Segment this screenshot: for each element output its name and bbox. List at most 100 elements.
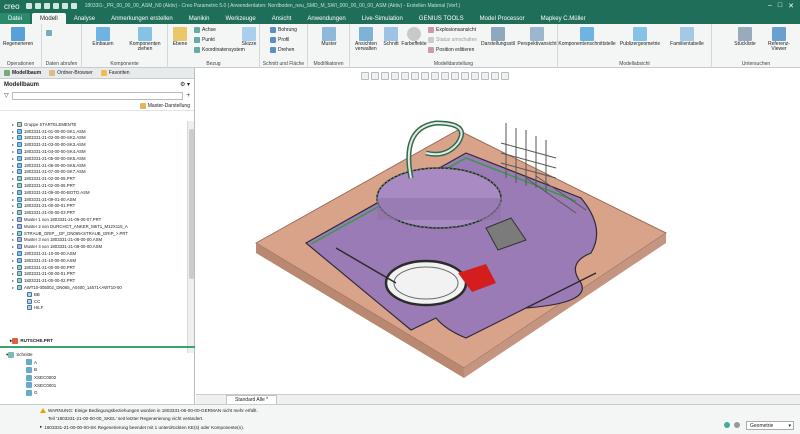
tree-item[interactable]: ▸ 1803331-21-02-00-05.PRT xyxy=(0,175,187,182)
explode-view-button[interactable]: Explosionsansicht xyxy=(428,27,476,33)
tree-item[interactable]: ▸ Muster 1 von 1803331-21-09-00-07.PRT xyxy=(0,216,187,223)
tab-anmerkungen[interactable]: Anmerkungen erstellen xyxy=(103,13,181,24)
tab-modell[interactable]: Modell xyxy=(32,13,66,24)
achse-button[interactable]: Achse xyxy=(194,27,216,33)
publish-geometry-button[interactable]: Publizergeometrie xyxy=(618,27,662,47)
tree-item[interactable]: ▸ 1803331-21-05-00-00-SK5.ASM xyxy=(0,155,187,162)
selection-filter[interactable]: Geometrie ▾ xyxy=(746,421,794,430)
component-interface-button[interactable]: Komponentenschnittstelle xyxy=(558,27,616,47)
save-icon[interactable] xyxy=(43,3,50,9)
tab-standard-alle[interactable]: Standard Alle * xyxy=(226,394,278,405)
profil-button[interactable]: Profil xyxy=(270,37,289,43)
tree-item[interactable]: ▸ 1803331-21-02-00-00-SK2.ASM xyxy=(0,135,187,142)
regenerate-button[interactable]: Regenerieren xyxy=(3,27,33,47)
color-effects-button[interactable]: Farbeffekte xyxy=(401,27,427,47)
redo-icon[interactable] xyxy=(61,3,68,9)
family-table-button[interactable]: Familientabelle xyxy=(666,27,708,47)
settings-icon[interactable]: ⚙ ▾ xyxy=(180,81,190,88)
tab-live-simulation[interactable]: Live-Simulation xyxy=(354,13,411,24)
tree-item[interactable]: ▸ Muster 4 von 1803331-21-08-00-00.ASM xyxy=(0,243,187,250)
skizze-button[interactable]: Skizze xyxy=(240,27,258,47)
bom-button[interactable]: Stückliste xyxy=(732,27,758,47)
tree-item[interactable]: BB xyxy=(0,291,187,298)
drehen-button[interactable]: Drehen xyxy=(270,47,294,53)
section-item[interactable]: G xyxy=(0,389,195,397)
cad-model[interactable] xyxy=(196,68,800,394)
manage-views-button[interactable]: Ansichten verwalten xyxy=(352,27,380,52)
edit-position-button[interactable]: Position editieren xyxy=(428,47,474,53)
tab-mapkey[interactable]: Mapkey C.Müller xyxy=(533,13,594,24)
new-icon[interactable] xyxy=(25,3,32,9)
tree-item[interactable]: HILF xyxy=(0,305,187,312)
filter-input[interactable] xyxy=(11,91,184,100)
tree-item[interactable]: ▸ Muster 3 von 1803331-21-08-00-00.ASM xyxy=(0,237,187,244)
tree-item[interactable]: ▸ 1803331-21-03-00-00-SK3.ASM xyxy=(0,141,187,148)
section-item[interactable]: A xyxy=(0,359,195,367)
reference-viewer-button[interactable]: Referenz-Viewer xyxy=(762,27,796,52)
ebene-button[interactable]: Ebene xyxy=(170,27,190,47)
maximize-icon[interactable]: □ xyxy=(778,2,782,10)
tree-item[interactable]: ▸ Muster 2 von DURCHGT_ANKER_M6T1_M12X115… xyxy=(0,223,187,230)
undo-icon[interactable] xyxy=(52,3,59,9)
tree-item[interactable]: ▸ 1803331-21-09-00-00-BOTO.ASM xyxy=(0,189,187,196)
tab-manikin[interactable]: Manikin xyxy=(181,13,218,24)
section-item[interactable]: XSEC0002 xyxy=(0,374,195,382)
tree-item[interactable]: ▸ 1803331-21-00-00-02.PRT xyxy=(0,277,187,284)
muster-button[interactable]: Muster xyxy=(316,27,342,47)
tree-item[interactable]: ▸ 1803331-21-06-00-00-SK6.ASM xyxy=(0,162,187,169)
open-icon[interactable] xyxy=(34,3,41,9)
tree-item[interactable]: ▸ Gruppe STARTELEMENTE xyxy=(0,121,187,128)
tree-item[interactable]: ▸ 1803331-21-00-00-00.PRT xyxy=(0,264,187,271)
regenerate-icon[interactable] xyxy=(70,3,77,9)
bohrung-button[interactable]: Bohrung xyxy=(270,27,297,33)
component-icon xyxy=(17,155,22,161)
tree-item[interactable]: ▸ 1803331-21-10-00-00.ASM xyxy=(0,257,187,264)
tree-item[interactable]: ▸ 1803331-21-00-00-01.PRT xyxy=(0,271,187,278)
selection-icon[interactable] xyxy=(734,422,740,428)
add-icon[interactable]: + xyxy=(186,93,190,99)
regen-status-icon[interactable] xyxy=(724,422,730,428)
section-item[interactable]: B xyxy=(0,366,195,374)
tree-item-label: Gruppe STARTELEMENTE xyxy=(24,121,77,127)
tree-item[interactable]: ▸ 1803331-21-00-00-03.PRT xyxy=(0,209,187,216)
minimize-icon[interactable]: – xyxy=(768,2,772,10)
tab-datei[interactable]: Datei xyxy=(0,13,31,24)
filter-icon[interactable]: ▽ xyxy=(4,92,9,99)
scroll-thumb[interactable] xyxy=(189,129,194,279)
punkt-button[interactable]: Punkt xyxy=(194,37,215,43)
tree-item[interactable]: ▸ 1803331-21-00-00-01.PRT xyxy=(0,203,187,210)
section-button[interactable]: Schnitt xyxy=(382,27,400,47)
get-data-icon[interactable] xyxy=(46,30,54,36)
tree-item[interactable]: ▸ AWT10-005002_DN065_A0400_14571<AWT10-00 xyxy=(0,284,187,291)
einbauen-button[interactable]: Einbauen xyxy=(88,27,118,47)
tab-genius-tools[interactable]: GENIUS TOOLS xyxy=(411,13,472,24)
tree-item[interactable]: ▸ 1803331-21-02-00-06.PRT xyxy=(0,182,187,189)
tab-werkzeuge[interactable]: Werkzeuge xyxy=(217,13,263,24)
tab-model-processor[interactable]: Model Processor xyxy=(472,13,533,24)
section-item[interactable]: XSEC0001 xyxy=(0,381,195,389)
tab-favoriten[interactable]: Favoriten xyxy=(100,70,130,76)
tree-item[interactable]: ▸ 1803331-21-01-00-00-SK1.ASM xyxy=(0,128,187,135)
component-icon xyxy=(17,257,22,263)
close-icon[interactable]: ✕ xyxy=(788,2,794,10)
tree-item[interactable]: CC xyxy=(0,298,187,305)
toggle-status-button[interactable]: Status umschalten xyxy=(428,37,477,43)
display-style-button[interactable]: Darstellungsstil xyxy=(480,27,516,47)
tab-anwendungen[interactable]: Anwendungen xyxy=(299,13,353,24)
tab-modellbaum[interactable]: Modellbaum xyxy=(4,70,41,76)
graphics-viewport[interactable]: Standard Alle * xyxy=(196,68,800,405)
tree-item[interactable]: ▸ 1803331-21-07-00-00-SK7.ASM xyxy=(0,169,187,176)
tree-item[interactable]: ▸ 1803331-21-10-00-00.ASM xyxy=(0,250,187,257)
tab-analyse[interactable]: Analyse xyxy=(66,13,103,24)
tree-item[interactable]: ▸ 1803331-21-04-00-00-SK4.ASM xyxy=(0,148,187,155)
tree-item-rutsche[interactable]: ▸ RUTSCHE.PRT xyxy=(0,336,187,345)
tree-item[interactable]: ▸ 1803331-21-09-01-00.ASM xyxy=(0,196,187,203)
tab-ansicht[interactable]: Ansicht xyxy=(264,13,300,24)
tab-ordner-browser[interactable]: Ordner-Browser xyxy=(49,70,93,76)
tree-scrollbar[interactable] xyxy=(187,121,194,353)
sections-header[interactable]: ▾ Schnitte xyxy=(0,351,195,359)
koordinatensystem-button[interactable]: Koordinatensystem xyxy=(194,47,245,53)
tree-item[interactable]: ▸ STRAUB_GRIP__DF_DN065<STRAUB_GRIP_>.PRT xyxy=(0,230,187,237)
drag-components-button[interactable]: Komponenten ziehen xyxy=(128,27,162,52)
perspective-button[interactable]: Perspektivansicht xyxy=(517,27,557,47)
